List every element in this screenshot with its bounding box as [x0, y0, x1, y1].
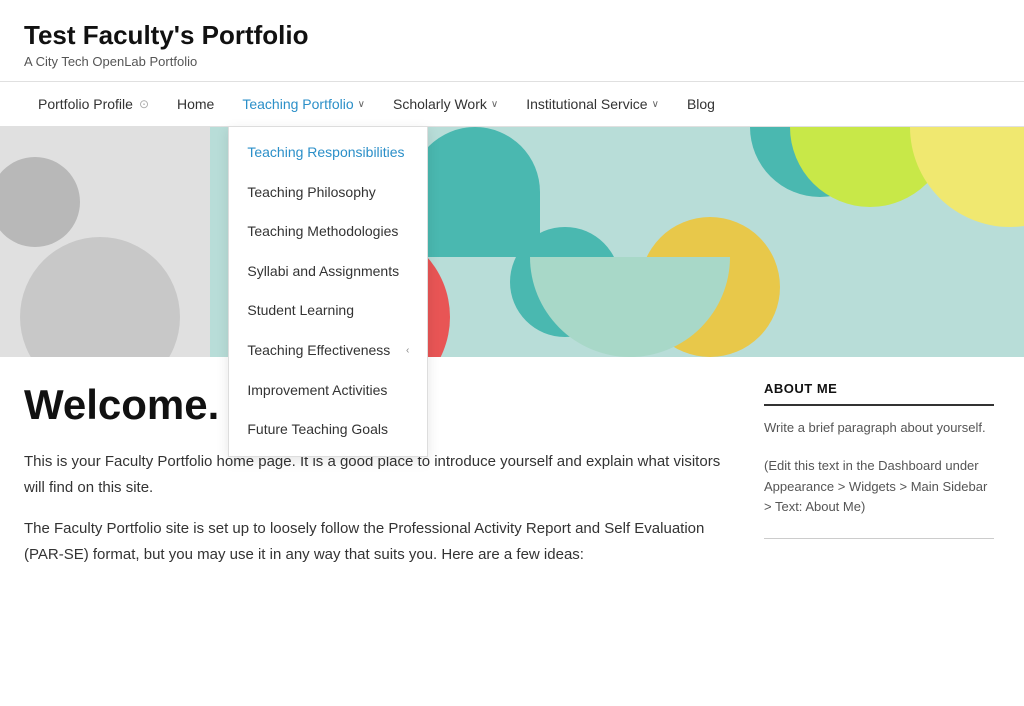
hero-section	[0, 127, 1024, 357]
nav-item-portfolio-profile: Portfolio Profile ⊙	[24, 82, 163, 126]
site-header: Test Faculty's Portfolio A City Tech Ope…	[0, 0, 1024, 81]
dropdown-label-teaching-methodologies: Teaching Methodologies	[247, 222, 398, 242]
site-subtitle: A City Tech OpenLab Portfolio	[24, 54, 1000, 69]
nav-link-home[interactable]: Home	[163, 82, 228, 126]
page-body: Welcome. This is your Faculty Portfolio …	[0, 357, 1024, 603]
nav-item-scholarly-work: Scholarly Work ∨	[379, 82, 512, 126]
nav-item-institutional-service: Institutional Service ∨	[512, 82, 673, 126]
deco-circle-teal-top	[410, 127, 540, 257]
teaching-portfolio-dropdown: Teaching Responsibilities Teaching Philo…	[228, 126, 428, 457]
about-me-note: (Edit this text in the Dashboard under A…	[764, 456, 994, 518]
nav-label-portfolio-profile: Portfolio Profile	[38, 96, 133, 112]
dropdown-item-teaching-methodologies[interactable]: Teaching Methodologies	[229, 212, 427, 252]
dropdown-item-student-learning[interactable]: Student Learning	[229, 291, 427, 331]
main-nav: Portfolio Profile ⊙ Home Teaching Portfo…	[0, 81, 1024, 127]
dropdown-item-syllabi-assignments[interactable]: Syllabi and Assignments	[229, 252, 427, 292]
dropdown-label-teaching-effectiveness: Teaching Effectiveness	[247, 341, 390, 361]
nav-label-blog: Blog	[687, 96, 715, 112]
dropdown-item-teaching-philosophy[interactable]: Teaching Philosophy	[229, 173, 427, 213]
about-me-text: Write a brief paragraph about yourself.	[764, 418, 994, 439]
sub-menu-arrow-icon: ‹	[406, 344, 409, 358]
chevron-down-icon: ∨	[358, 99, 365, 110]
nav-item-home: Home	[163, 82, 228, 126]
site-title: Test Faculty's Portfolio	[24, 20, 1000, 51]
dropdown-label-teaching-philosophy: Teaching Philosophy	[247, 183, 375, 203]
nav-item-teaching-portfolio: Teaching Portfolio ∨ Teaching Responsibi…	[228, 82, 379, 126]
dropdown-item-teaching-effectiveness[interactable]: Teaching Effectiveness ‹	[229, 331, 427, 371]
dropdown-label-syllabi-assignments: Syllabi and Assignments	[247, 262, 399, 282]
nav-link-teaching-portfolio[interactable]: Teaching Portfolio ∨	[228, 82, 379, 126]
external-link-icon: ⊙	[139, 97, 149, 111]
chevron-down-icon-scholarly: ∨	[491, 99, 498, 110]
nav-link-portfolio-profile[interactable]: Portfolio Profile ⊙	[24, 82, 163, 126]
sidebar: ABOUT ME Write a brief paragraph about y…	[764, 381, 994, 583]
dropdown-item-improvement-activities[interactable]: Improvement Activities	[229, 371, 427, 411]
deco-circle-bright-yellow	[910, 127, 1024, 227]
dropdown-label-teaching-responsibilities: Teaching Responsibilities	[247, 143, 404, 163]
nav-link-blog[interactable]: Blog	[673, 82, 729, 126]
about-me-section: ABOUT ME Write a brief paragraph about y…	[764, 381, 994, 518]
nav-item-blog: Blog	[673, 82, 729, 126]
dropdown-item-teaching-responsibilities[interactable]: Teaching Responsibilities	[229, 133, 427, 173]
nav-link-institutional-service[interactable]: Institutional Service ∨	[512, 82, 673, 126]
hero-left-panel	[0, 127, 210, 357]
dropdown-label-future-teaching-goals: Future Teaching Goals	[247, 420, 388, 440]
hero-circle-small	[0, 157, 80, 247]
dropdown-label-improvement-activities: Improvement Activities	[247, 381, 387, 401]
about-me-title: ABOUT ME	[764, 381, 994, 406]
sidebar-divider	[764, 538, 994, 539]
dropdown-label-student-learning: Student Learning	[247, 301, 354, 321]
chevron-down-icon-institutional: ∨	[652, 99, 659, 110]
hero-circle-big	[20, 237, 180, 357]
nav-list: Portfolio Profile ⊙ Home Teaching Portfo…	[24, 82, 1000, 126]
intro-paragraph-2: The Faculty Portfolio site is set up to …	[24, 516, 724, 567]
dropdown-item-future-teaching-goals[interactable]: Future Teaching Goals	[229, 410, 427, 450]
nav-label-scholarly-work: Scholarly Work	[393, 96, 487, 112]
nav-label-home: Home	[177, 96, 214, 112]
nav-label-institutional-service: Institutional Service	[526, 96, 647, 112]
nav-link-scholarly-work[interactable]: Scholarly Work ∨	[379, 82, 512, 126]
nav-label-teaching-portfolio: Teaching Portfolio	[242, 96, 353, 112]
